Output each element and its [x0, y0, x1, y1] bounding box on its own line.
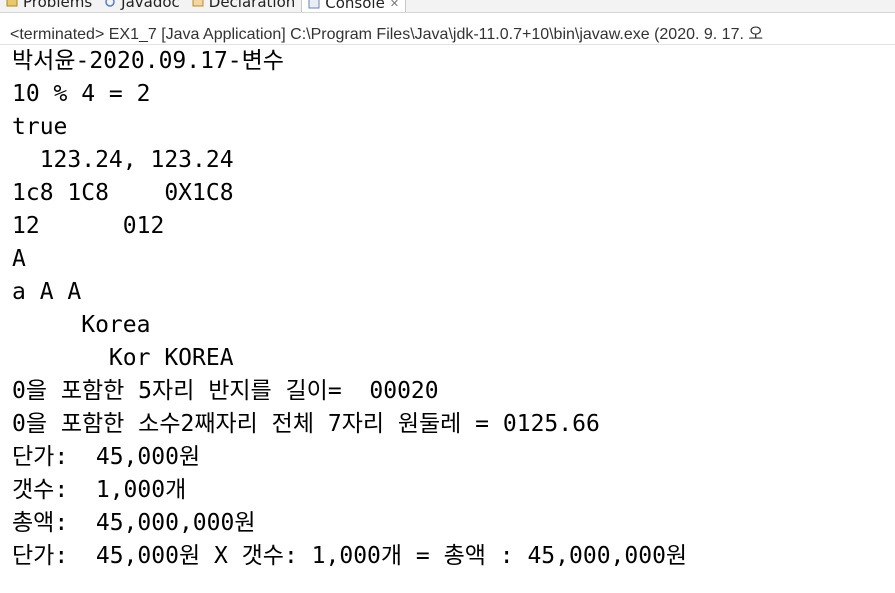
console-line: 0을 포함한 5자리 반지를 길이= 00020 [12, 378, 439, 404]
tab-label: Declaration [208, 0, 296, 11]
console-line: Korea [12, 312, 151, 338]
console-status-bar: <terminated> EX1_7 [Java Application] C:… [0, 12, 895, 45]
console-line: 단가: 45,000원 X 갯수: 1,000개 = 총액 : 45,000,0… [12, 543, 688, 569]
console-output[interactable]: 박서윤-2020.09.17-변수 10 % 4 = 2 true 123.24… [0, 45, 895, 593]
view-tabs: Problems Javadoc Declaration Console ✕ [0, 0, 407, 12]
console-line: A [12, 246, 26, 272]
console-icon [308, 0, 320, 9]
console-line: 단가: 45,000원 [12, 444, 201, 470]
console-line: a A A [12, 279, 82, 305]
javadoc-icon [105, 0, 115, 7]
console-line: 박서윤-2020.09.17-변수 [12, 48, 284, 74]
console-line: 10 % 4 = 2 [12, 81, 151, 107]
tab-console[interactable]: Console ✕ [301, 0, 407, 12]
console-line: 1c8 1C8 0X1C8 [12, 180, 234, 206]
tab-label: Javadoc [121, 0, 180, 11]
declaration-icon [192, 0, 204, 7]
tab-javadoc[interactable]: Javadoc [98, 0, 186, 12]
console-line: Kor KOREA [12, 345, 234, 371]
tab-declaration[interactable]: Declaration [186, 0, 301, 12]
process-status: <terminated> EX1_7 [Java Application] C:… [10, 26, 764, 43]
console-line: 0을 포함한 소수2째자리 전체 7자리 원둘레 = 0125.66 [12, 411, 600, 437]
console-line: 총액: 45,000,000원 [12, 510, 256, 536]
console-line: 123.24, 123.24 [12, 147, 234, 173]
console-line: 갯수: 1,000개 [12, 477, 187, 503]
console-line: 12 012 [12, 213, 165, 239]
view-tab-bar: Problems Javadoc Declaration Console ✕ [0, 0, 895, 12]
close-icon[interactable]: ✕ [390, 0, 399, 10]
tab-problems[interactable]: Problems [0, 0, 98, 12]
tab-label: Problems [23, 0, 93, 11]
console-line: true [12, 114, 68, 140]
problems-icon [6, 0, 18, 7]
tab-label: Console [325, 0, 385, 12]
